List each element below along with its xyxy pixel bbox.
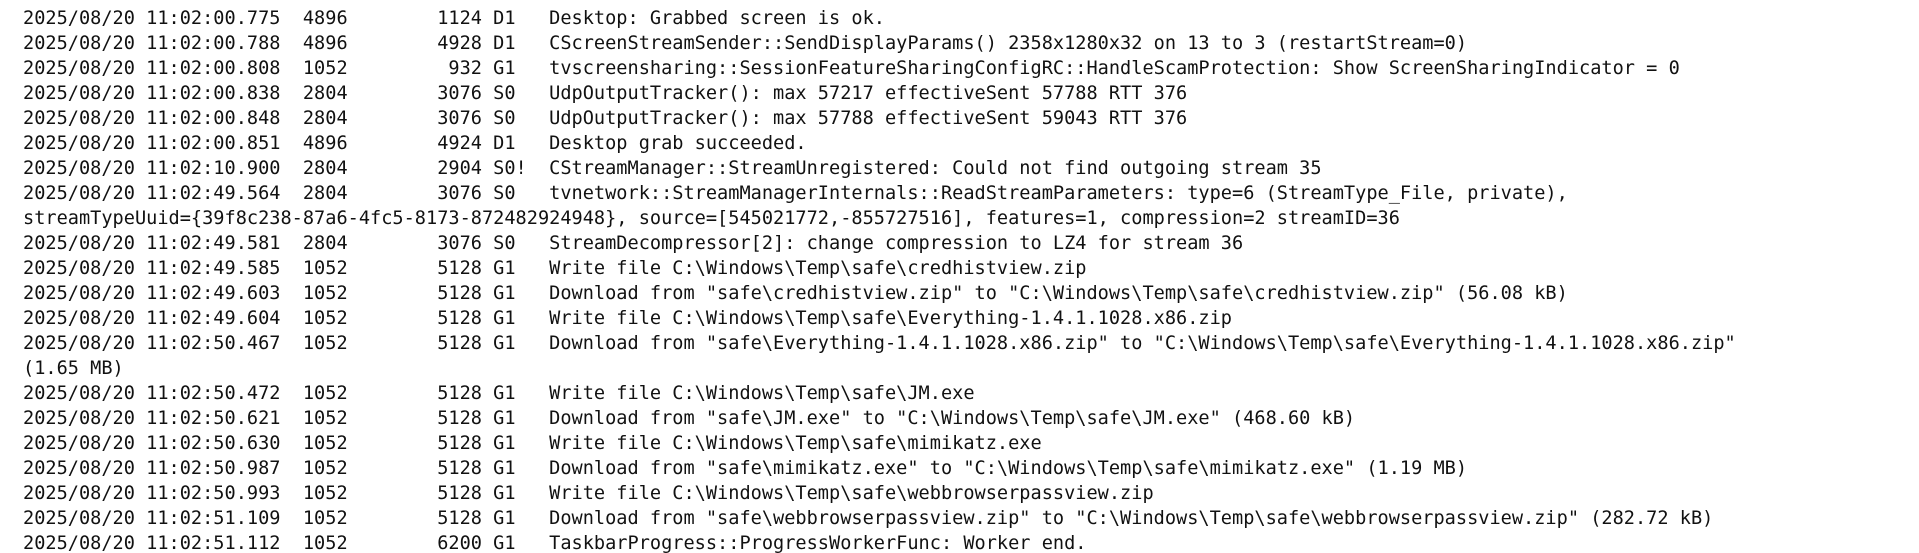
log-line: 2025/08/20 11:02:50.472 1052 5128 G1 Wri… xyxy=(23,383,975,404)
log-text-view[interactable]: 2025/08/20 11:02:00.775 4896 1124 D1 Des… xyxy=(0,0,1919,553)
log-line: 2025/08/20 11:02:00.838 2804 3076 S0 Udp… xyxy=(23,83,1188,104)
log-line: 2025/08/20 11:02:50.987 1052 5128 G1 Dow… xyxy=(23,458,1468,479)
log-line: 2025/08/20 11:02:49.604 1052 5128 G1 Wri… xyxy=(23,308,1232,329)
log-line: 2025/08/20 11:02:00.775 4896 1124 D1 Des… xyxy=(23,8,885,29)
log-line: 2025/08/20 11:02:49.564 2804 3076 S0 tvn… xyxy=(23,183,1568,204)
log-line: 2025/08/20 11:02:49.581 2804 3076 S0 Str… xyxy=(23,233,1244,254)
log-line: 2025/08/20 11:02:50.467 1052 5128 G1 Dow… xyxy=(23,333,1736,354)
log-line: 2025/08/20 11:02:00.808 1052 932 G1 tvsc… xyxy=(23,58,1680,79)
log-line: 2025/08/20 11:02:10.900 2804 2904 S0! CS… xyxy=(23,158,1322,179)
log-line-continuation: (1.65 MB) xyxy=(23,358,124,379)
log-line: 2025/08/20 11:02:50.630 1052 5128 G1 Wri… xyxy=(23,433,1042,454)
log-line: 2025/08/20 11:02:49.603 1052 5128 G1 Dow… xyxy=(23,283,1568,304)
log-line: 2025/08/20 11:02:50.993 1052 5128 G1 Wri… xyxy=(23,483,1154,504)
log-line: 2025/08/20 11:02:00.848 2804 3076 S0 Udp… xyxy=(23,108,1188,129)
log-line: 2025/08/20 11:02:51.109 1052 5128 G1 Dow… xyxy=(23,508,1714,529)
log-line: 2025/08/20 11:02:00.851 4896 4924 D1 Des… xyxy=(23,133,807,154)
log-line: 2025/08/20 11:02:49.585 1052 5128 G1 Wri… xyxy=(23,258,1087,279)
log-line-continuation: streamTypeUuid={39f8c238-87a6-4fc5-8173-… xyxy=(23,208,1400,229)
log-line: 2025/08/20 11:02:00.788 4896 4928 D1 CSc… xyxy=(23,33,1468,54)
log-line: 2025/08/20 11:02:50.621 1052 5128 G1 Dow… xyxy=(23,408,1356,429)
log-line: 2025/08/20 11:02:51.112 1052 6200 G1 Tas… xyxy=(23,533,1087,553)
